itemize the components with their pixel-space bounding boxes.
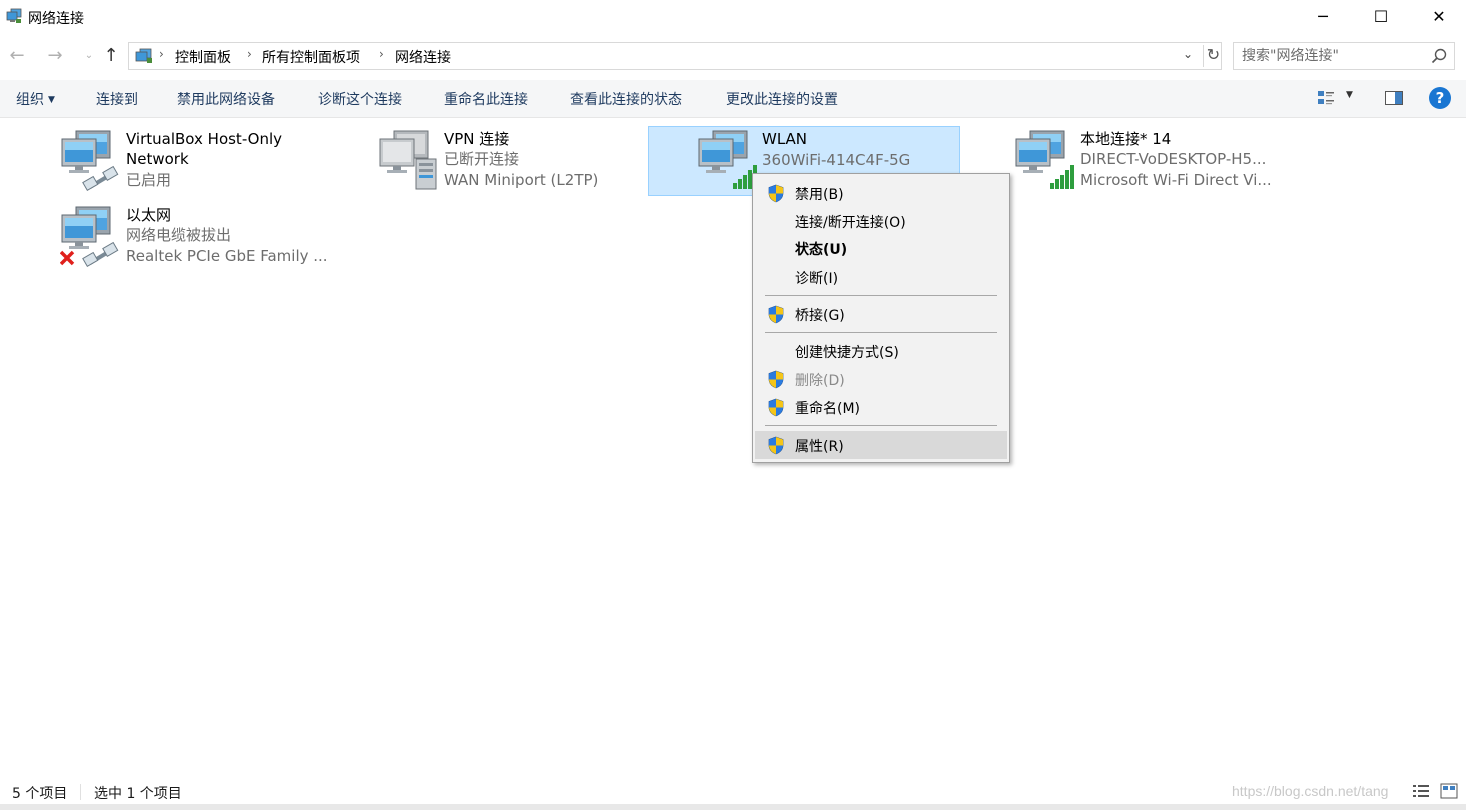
organize-label: 组织: [16, 92, 44, 108]
network-adapter-icon: [60, 129, 122, 191]
connection-name: VPN 连接: [444, 130, 510, 148]
connection-item-ethernet[interactable]: 以太网 网络电缆被拔出 Realtek PCIe GbE Family ...: [60, 203, 372, 273]
breadcrumb-network-connections[interactable]: 网络连接: [395, 47, 451, 67]
breadcrumb-separator[interactable]: ›: [159, 47, 164, 61]
connection-network: 360WiFi-414C4F-5G: [762, 151, 911, 169]
network-connections-icon: [6, 8, 22, 23]
rename-connection-button[interactable]: 重命名此连接: [444, 89, 528, 109]
menu-separator: [765, 295, 997, 296]
connection-device: WAN Miniport (L2TP): [444, 171, 599, 189]
search-input[interactable]: [1242, 47, 1422, 65]
menu-item-label: 连接/断开连接(O): [795, 215, 906, 231]
menu-item-label: 属性(R): [795, 439, 844, 455]
search-box[interactable]: [1233, 42, 1455, 70]
menu-separator: [765, 425, 997, 426]
uac-shield-icon: [767, 398, 785, 417]
title-bar: 网络连接 ─ ☐ ✕: [0, 0, 1466, 34]
connection-name: 本地连接* 14: [1080, 130, 1172, 148]
forward-button[interactable]: →: [44, 45, 66, 66]
maximize-button[interactable]: ☐: [1352, 0, 1410, 32]
breadcrumb-separator[interactable]: ›: [247, 47, 252, 61]
menu-item-delete[interactable]: 删除(D): [755, 366, 1007, 392]
menu-item-label: 诊断(I): [795, 271, 839, 287]
breadcrumb-separator[interactable]: ›: [379, 47, 384, 61]
connection-device: Microsoft Wi-Fi Direct Vi...: [1080, 171, 1272, 189]
menu-item-status[interactable]: 状态(U): [755, 235, 1007, 261]
selected-count: 选中 1 个项目: [94, 786, 182, 802]
menu-item-label: 删除(D): [795, 373, 845, 389]
uac-shield-icon: [767, 370, 785, 389]
wifi-direct-adapter-icon: [1014, 129, 1076, 191]
connections-view: VirtualBox Host-Only Network 已启用 VPN 连接 …: [0, 119, 1466, 777]
status-divider: [80, 784, 81, 800]
breadcrumb-all-items[interactable]: 所有控制面板项: [262, 47, 360, 67]
help-icon[interactable]: ?: [1429, 87, 1451, 109]
command-bar: 组织 ▼ 连接到 禁用此网络设备 诊断这个连接 重命名此连接 查看此连接的状态 更…: [0, 80, 1466, 118]
organize-button[interactable]: 组织 ▼: [16, 89, 55, 109]
connection-status: 已断开连接: [444, 150, 520, 168]
control-panel-icon: [135, 48, 152, 63]
connection-name-line2: Network: [126, 150, 189, 168]
navigation-bar: ← → ⌄ ↑ › 控制面板 › 所有控制面板项 › 网络连接 ⌄ ↻: [0, 36, 1466, 76]
menu-item-bridge[interactable]: 桥接(G): [755, 301, 1007, 327]
menu-item-label: 创建快捷方式(S): [795, 345, 899, 361]
details-view-icon[interactable]: [1412, 783, 1430, 799]
refresh-button[interactable]: ↻: [1203, 45, 1223, 67]
connection-item-local-14[interactable]: 本地连接* 14 DIRECT-VoDESKTOP-H5... Microsof…: [1014, 127, 1326, 197]
ethernet-adapter-icon: [60, 206, 120, 267]
uac-shield-icon: [767, 436, 785, 455]
connection-status: 网络电缆被拔出: [126, 226, 232, 244]
menu-item-diagnose[interactable]: 诊断(I): [755, 264, 1007, 290]
large-icons-view-icon[interactable]: [1440, 783, 1458, 799]
breadcrumb-control-panel[interactable]: 控制面板: [175, 47, 231, 67]
up-button[interactable]: ↑: [100, 45, 122, 66]
change-view-icon[interactable]: [1316, 88, 1336, 108]
chevron-down-icon: ▼: [48, 95, 55, 105]
connection-device: Realtek PCIe GbE Family ...: [126, 247, 328, 265]
menu-item-label: 状态(U): [795, 242, 848, 258]
menu-item-rename[interactable]: 重命名(M): [755, 394, 1007, 420]
connection-item-vpn[interactable]: VPN 连接 已断开连接 WAN Miniport (L2TP): [378, 127, 690, 197]
close-button[interactable]: ✕: [1410, 0, 1466, 32]
connection-name: WLAN: [762, 130, 808, 148]
vpn-adapter-icon: [379, 130, 437, 190]
uac-shield-icon: [767, 305, 785, 324]
recent-locations-button[interactable]: ⌄: [78, 50, 100, 61]
minimize-button[interactable]: ─: [1294, 0, 1352, 32]
uac-shield-icon: [767, 184, 785, 203]
address-history-dropdown[interactable]: ⌄: [1183, 47, 1193, 61]
diagnose-connection-button[interactable]: 诊断这个连接: [318, 89, 402, 109]
menu-item-disable[interactable]: 禁用(B): [755, 180, 1007, 206]
menu-separator: [765, 332, 997, 333]
taskbar-edge: [0, 804, 1466, 810]
menu-item-label: 禁用(B): [795, 187, 844, 203]
menu-item-properties[interactable]: 属性(R): [755, 431, 1007, 459]
watermark-text: https://blog.csdn.net/tang: [1232, 783, 1389, 799]
address-bar[interactable]: › 控制面板 › 所有控制面板项 › 网络连接 ⌄ ↻: [128, 42, 1222, 70]
connection-item-virtualbox[interactable]: VirtualBox Host-Only Network 已启用: [60, 127, 372, 197]
back-button[interactable]: ←: [6, 45, 28, 66]
connection-status: 已启用: [126, 171, 172, 189]
preview-pane-icon[interactable]: [1384, 88, 1404, 108]
disable-device-button[interactable]: 禁用此网络设备: [177, 89, 275, 109]
connection-name: 以太网: [126, 206, 172, 224]
status-bar: 5 个项目 选中 1 个项目 https://blog.csdn.net/tan…: [0, 778, 1466, 804]
wifi-adapter-icon: [697, 129, 759, 191]
context-menu: 禁用(B) 连接/断开连接(O) 状态(U) 诊断(I) 桥接(G) 创建快捷方…: [752, 173, 1010, 463]
connect-to-button[interactable]: 连接到: [96, 89, 138, 109]
view-status-button[interactable]: 查看此连接的状态: [570, 89, 682, 109]
item-count: 5 个项目: [12, 786, 68, 802]
menu-item-label: 重命名(M): [795, 401, 861, 417]
menu-item-label: 桥接(G): [795, 308, 845, 324]
search-icon[interactable]: [1430, 47, 1448, 65]
connection-network: DIRECT-VoDESKTOP-H5...: [1080, 150, 1267, 168]
menu-item-create-shortcut[interactable]: 创建快捷方式(S): [755, 338, 1007, 364]
menu-item-connect-disconnect[interactable]: 连接/断开连接(O): [755, 208, 1007, 234]
change-settings-button[interactable]: 更改此连接的设置: [726, 89, 838, 109]
window-title: 网络连接: [28, 11, 84, 27]
view-options-dropdown[interactable]: ▼: [1346, 90, 1353, 100]
connection-name: VirtualBox Host-Only: [126, 130, 283, 148]
